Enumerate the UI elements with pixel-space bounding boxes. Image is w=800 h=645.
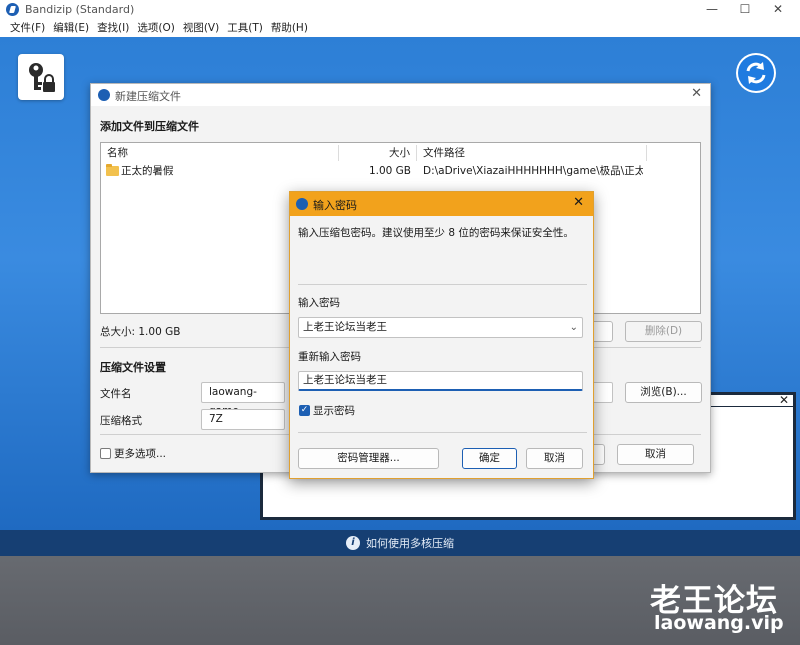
filename-input[interactable]: laowang-game <box>201 382 285 417</box>
close-icon[interactable]: ✕ <box>573 195 584 210</box>
more-options-checkbox[interactable] <box>100 448 111 459</box>
column-header-size[interactable]: 大小 <box>339 145 417 161</box>
new-archive-titlebar: 新建压缩文件 ✕ <box>91 84 710 106</box>
divider <box>298 284 587 285</box>
info-icon: i <box>346 536 360 550</box>
file-name: 正太的暑假 <box>121 165 174 177</box>
menu-edit[interactable]: 编辑(E) <box>49 20 93 37</box>
reenter-label: 重新输入密码 <box>298 351 361 363</box>
close-button[interactable]: ✕ <box>762 1 794 17</box>
table-row[interactable]: 正太的暑假 1.00 GB D:\aDrive\XiazaiHHHHHHH\ga… <box>101 163 700 179</box>
menu-find[interactable]: 查找(I) <box>93 20 133 37</box>
menu-bar: 文件(F) 编辑(E) 查找(I) 选项(O) 视图(V) 工具(T) 帮助(H… <box>0 20 800 37</box>
menu-options[interactable]: 选项(O) <box>133 20 178 37</box>
add-files-heading: 添加文件到压缩文件 <box>100 120 199 133</box>
more-options-label[interactable]: 更多选项... <box>114 446 166 461</box>
tip-text: 如何使用多核压缩 <box>366 537 454 550</box>
ok-button[interactable]: 确定 <box>462 448 517 469</box>
bandizip-logo-icon <box>296 198 308 210</box>
menu-view[interactable]: 视图(V) <box>179 20 223 37</box>
column-header-name[interactable]: 名称 <box>101 145 339 161</box>
column-header-path[interactable]: 文件路径 <box>417 145 647 161</box>
reenter-value: 上老王论坛当老王 <box>303 374 387 386</box>
filename-label: 文件名 <box>100 388 132 400</box>
password-label: 输入密码 <box>298 297 340 309</box>
close-icon[interactable]: ✕ <box>691 86 702 101</box>
tip-bar[interactable]: i 如何使用多核压缩 <box>0 530 800 556</box>
format-label: 压缩格式 <box>100 415 142 427</box>
menu-tools[interactable]: 工具(T) <box>223 20 267 37</box>
minimize-button[interactable]: — <box>696 1 728 17</box>
file-path: D:\aDrive\XiazaiHHHHHHH\game\极品\正太的... <box>423 165 643 177</box>
show-password-label[interactable]: 显示密码 <box>313 403 355 418</box>
show-password-checkbox[interactable]: ✓ <box>299 405 310 416</box>
password-dialog-title: 输入密码 <box>313 199 357 212</box>
watermark-url: laowang.vip <box>654 612 784 634</box>
browse-button[interactable]: 浏览(B)... <box>625 382 702 403</box>
cancel-button[interactable]: 取消 <box>526 448 583 469</box>
reenter-password-input[interactable]: 上老王论坛当老王 <box>298 371 583 391</box>
window-title: Bandizip (Standard) <box>25 3 135 16</box>
menu-file[interactable]: 文件(F) <box>6 20 49 37</box>
divider <box>298 432 587 433</box>
hidden-action-button[interactable] <box>591 321 613 342</box>
key-lock-icon[interactable] <box>18 54 64 100</box>
password-dialog: 输入密码 ✕ 输入压缩包密码。建议使用至少 8 位的密码来保证安全性。 输入密码… <box>289 191 594 479</box>
password-description: 输入压缩包密码。建议使用至少 8 位的密码来保证安全性。 <box>298 227 574 239</box>
cancel-button[interactable]: 取消 <box>617 444 694 465</box>
bandizip-logo-icon <box>6 3 19 16</box>
chevron-down-icon[interactable]: ⌄ <box>570 318 578 337</box>
password-value: 上老王论坛当老王 <box>303 321 387 333</box>
password-input[interactable]: 上老王论坛当老王 ⌄ <box>298 317 583 338</box>
total-size: 总大小: 1.00 GB <box>100 326 181 338</box>
folder-icon <box>106 164 119 176</box>
menu-help[interactable]: 帮助(H) <box>267 20 312 37</box>
dialog-title: 新建压缩文件 <box>115 90 181 103</box>
format-select[interactable]: 7Z <box>201 409 285 430</box>
refresh-icon[interactable] <box>736 53 776 93</box>
file-size: 1.00 GB <box>368 165 411 177</box>
archive-settings-heading: 压缩文件设置 <box>100 361 166 374</box>
maximize-button[interactable]: ☐ <box>729 1 761 17</box>
delete-button[interactable]: 删除(D) <box>625 321 702 342</box>
bandizip-logo-icon <box>98 89 110 101</box>
password-manager-button[interactable]: 密码管理器... <box>298 448 439 469</box>
password-titlebar: 输入密码 ✕ <box>290 192 593 216</box>
title-bar: Bandizip (Standard) — ☐ ✕ <box>0 0 800 20</box>
close-icon[interactable]: ✕ <box>779 393 789 407</box>
